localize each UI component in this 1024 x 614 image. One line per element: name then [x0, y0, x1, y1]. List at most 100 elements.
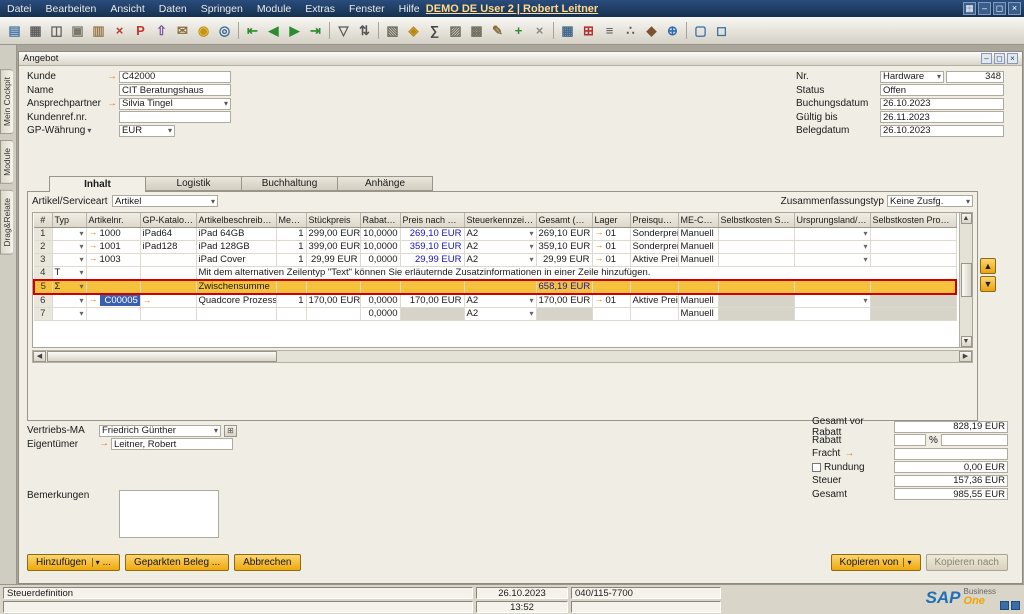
grid-cell[interactable]: ▾: [52, 240, 87, 254]
layout-icon[interactable]: ▦: [963, 2, 976, 15]
grid-cell[interactable]: ▾: [794, 240, 871, 254]
grid-cell[interactable]: [140, 278, 197, 295]
row-up-button[interactable]: ▲: [980, 258, 996, 274]
ansprechpartner-field[interactable]: Silvia Tingel ▾: [119, 97, 231, 110]
grid-cell[interactable]: [140, 253, 197, 267]
last-record-icon[interactable]: ⇥: [305, 20, 326, 41]
scroll-left-icon[interactable]: ◀: [33, 351, 46, 362]
dropdown-icon[interactable]: ▾: [937, 72, 941, 81]
serviceart-select[interactable]: Artikel ▾: [112, 195, 218, 207]
filter-table-icon[interactable]: ▽: [333, 20, 354, 41]
grid-cell[interactable]: Manuell: [678, 227, 719, 241]
dropdown-icon[interactable]: ▾: [168, 126, 172, 135]
abbrechen-button[interactable]: Abbrechen: [234, 554, 301, 571]
grid-cell[interactable]: Mit dem alternativen Zeilentyp "Text" kö…: [196, 266, 957, 280]
first-record-icon[interactable]: ⇤: [242, 20, 263, 41]
window-cascade-icon[interactable]: ▢: [690, 20, 711, 41]
minimize-icon[interactable]: –: [981, 53, 992, 64]
grid-cell[interactable]: iPad128: [140, 240, 197, 254]
grid-cell[interactable]: Manuell: [678, 253, 719, 267]
scrollbar-thumb[interactable]: [47, 351, 277, 362]
grid-cell[interactable]: 29,99 EUR: [536, 253, 593, 267]
grid-cell[interactable]: →: [140, 293, 197, 308]
buchungsdatum-field[interactable]: 26.10.2023: [880, 97, 1004, 110]
grid-cell[interactable]: ▾ A2: [464, 253, 537, 267]
column-header-12[interactable]: Preisquelle: [630, 213, 679, 228]
geparkten-beleg-button[interactable]: Geparkten Beleg ...: [124, 554, 230, 571]
dropdown-icon[interactable]: ▾: [87, 126, 91, 135]
kunde-field[interactable]: C42000: [119, 70, 231, 83]
zusammenfassungstyp-select[interactable]: Keine Zusfg. ▾: [887, 195, 973, 207]
grid-cell[interactable]: [140, 307, 197, 321]
previous-record-icon[interactable]: ◀: [263, 20, 284, 41]
menu-bearbeiten[interactable]: Bearbeiten: [39, 3, 104, 15]
tab-anhänge[interactable]: Anhänge: [337, 176, 433, 191]
grid-cell[interactable]: [794, 307, 871, 321]
window-tile-icon[interactable]: ◻: [711, 20, 732, 41]
grid-cell[interactable]: → 01: [592, 293, 631, 308]
scroll-down-icon[interactable]: ▼: [960, 336, 972, 347]
next-record-icon[interactable]: ▶: [284, 20, 305, 41]
document-title-bar[interactable]: Angebot – ◻ ×: [19, 52, 1022, 66]
grid-header-row[interactable]: # Typ Artikelnr. GP-Katalognr. Artikelbeschr…: [34, 213, 957, 228]
tab-logistik[interactable]: Logistik: [145, 176, 241, 191]
column-header-0[interactable]: #: [34, 213, 53, 228]
grid-cell[interactable]: Quadcore Prozessor 3.4 G: [196, 293, 277, 308]
cancel-document-icon[interactable]: ×: [109, 20, 130, 41]
grid-cell[interactable]: 29,99 EUR: [400, 253, 465, 267]
dropdown-icon[interactable]: ▾: [79, 241, 83, 253]
eigentuemer-field[interactable]: Leitner, Robert: [111, 438, 233, 451]
hinzufuegen-button[interactable]: Hinzufügen ▾ ...: [27, 554, 120, 571]
grid-cell[interactable]: 3: [34, 253, 53, 267]
column-header-15[interactable]: Ursprungsland/-region: [794, 213, 871, 228]
export-pdf-icon[interactable]: P: [130, 20, 151, 41]
kopieren-nach-button[interactable]: Kopieren nach: [925, 554, 1008, 571]
grid-cell[interactable]: → 01: [592, 253, 631, 267]
import-file-icon[interactable]: ⇧: [151, 20, 172, 41]
belegdatum-field[interactable]: 26.10.2023: [880, 124, 1004, 137]
grid-cell[interactable]: 170,00 EUR: [306, 293, 361, 308]
grid-cell[interactable]: [464, 278, 537, 295]
grid-cell[interactable]: ▾: [794, 227, 871, 241]
delete-row-icon[interactable]: ×: [529, 20, 550, 41]
dropdown-icon[interactable]: ▾: [79, 267, 83, 279]
restore-icon[interactable]: ◻: [993, 2, 1006, 15]
grid-cell[interactable]: Zwischensumme: [196, 278, 277, 295]
grid-cell[interactable]: Aktive Preisl: [630, 253, 679, 267]
tab-inhalt[interactable]: Inhalt: [49, 176, 145, 192]
grid-cell[interactable]: [592, 307, 631, 321]
dropdown-icon[interactable]: ▾: [529, 228, 533, 240]
grid-cell[interactable]: 1: [276, 293, 307, 308]
grid-cell[interactable]: [306, 278, 361, 295]
kopieren-von-button[interactable]: Kopieren von ▾: [830, 554, 921, 571]
grid-cell[interactable]: [870, 293, 957, 308]
bemerkungen-textarea[interactable]: [119, 490, 219, 538]
table-row[interactable]: 6▾→C00005→Quadcore Prozessor 3.4 G1170,0…: [34, 293, 957, 308]
grid-cell[interactable]: ▾: [52, 253, 87, 267]
link-arrow-icon[interactable]: →: [107, 98, 117, 109]
grid-cell[interactable]: [630, 278, 679, 295]
vertriebs-ma-select[interactable]: Friedrich Günther ▾: [99, 424, 221, 437]
grid-cell[interactable]: 269,10 EUR: [536, 227, 593, 241]
grid-cell[interactable]: → 01: [592, 227, 631, 241]
grid-cell[interactable]: → C00005: [86, 293, 141, 308]
grid-cell[interactable]: [870, 307, 957, 321]
grid-cell[interactable]: 29,99 EUR: [306, 253, 361, 267]
sort-table-icon[interactable]: ⇅: [354, 20, 375, 41]
grid-cell[interactable]: → 1001: [86, 240, 141, 254]
grid-cell[interactable]: 10,0000: [360, 227, 401, 241]
grid-cell[interactable]: 0,0000: [360, 293, 401, 308]
chevron-down-icon[interactable]: ▾: [91, 558, 100, 567]
kundenref-field[interactable]: [119, 111, 231, 124]
grid-cell[interactable]: [718, 253, 795, 267]
dropdown-icon[interactable]: ▾: [966, 197, 970, 206]
grid-cell[interactable]: [360, 278, 401, 295]
table-row[interactable]: 7 ▾ 0,0000 ▾ A2 Manuell: [34, 307, 957, 321]
statusbar-icon[interactable]: [1011, 601, 1020, 610]
dropdown-icon[interactable]: ▾: [214, 426, 218, 435]
grid-cell[interactable]: 1: [34, 227, 53, 241]
grid-cell[interactable]: 359,10 EUR: [400, 240, 465, 254]
grid-cell[interactable]: 658,19 EUR: [536, 278, 593, 295]
dropdown-icon[interactable]: ▾: [529, 254, 533, 266]
menu-springen[interactable]: Springen: [194, 3, 250, 15]
